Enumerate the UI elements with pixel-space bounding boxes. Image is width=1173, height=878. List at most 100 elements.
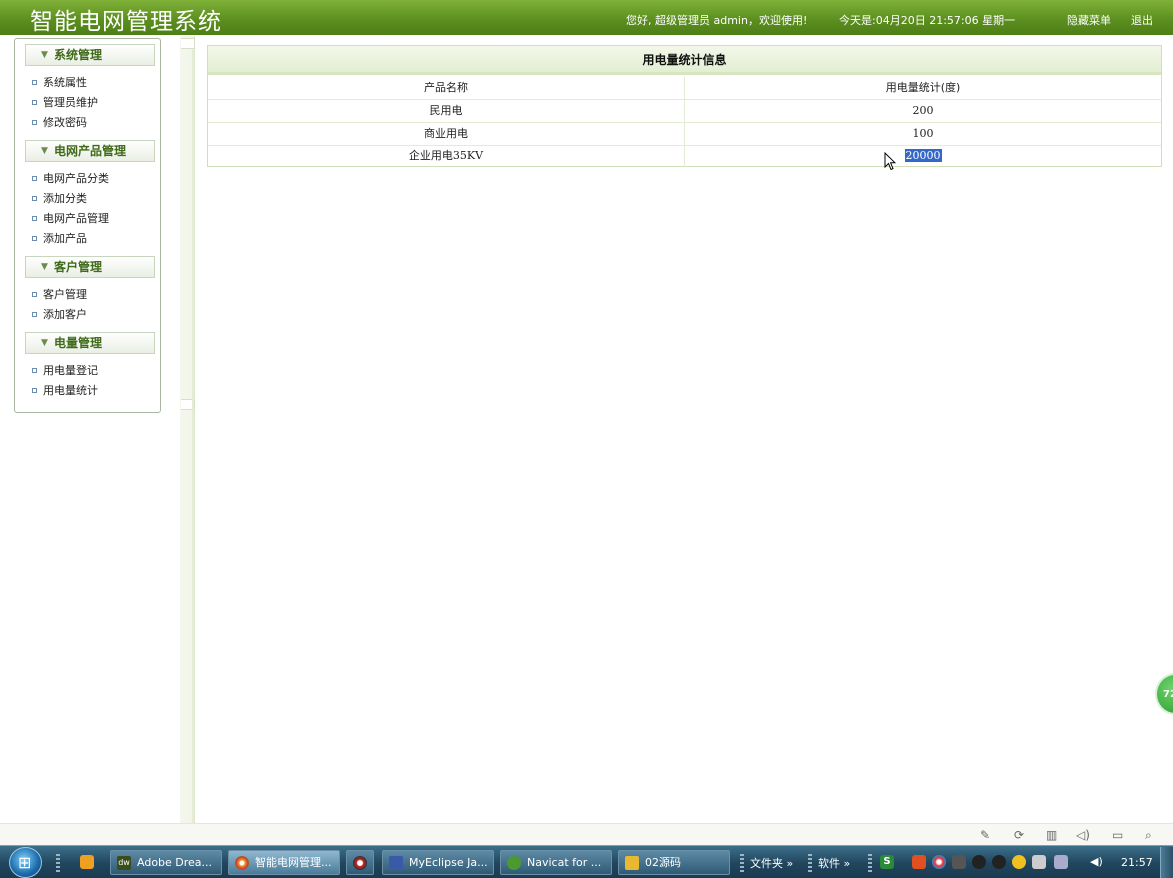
sidebar-menu: ▼ 系统管理 系统属性 管理员维护 修改密码 ▼ 电网产品管理 电网产品分类 添加分… [14,38,161,413]
taskbar-button-label: 智能电网管理... [255,856,332,869]
bullet-icon [32,215,37,221]
taskbar-grip[interactable] [808,854,812,872]
menu-group-products[interactable]: ▼ 电网产品管理 [25,140,155,162]
bullet-icon [32,367,37,373]
menu-item-usage-registration[interactable]: 用电量登记 [32,362,98,378]
column-header: 用电量统计(度) [885,81,961,94]
bullet-icon [32,195,37,201]
logout-link[interactable]: 退出 [1131,12,1153,28]
trash-icon[interactable]: ▥ [1046,828,1057,842]
quicklaunch-icon[interactable] [80,855,94,869]
menu-item-customer-management[interactable]: 客户管理 [32,286,87,302]
menu-group-label: 电网产品管理 [54,144,127,158]
table-row: 商业用电 100 [208,123,1161,146]
window-icon[interactable]: ▭ [1112,828,1123,842]
tray-security-icon[interactable] [1012,855,1026,869]
taskbar-grip[interactable] [868,854,872,872]
table-row: 企业用电35KV 20000 [208,145,1161,168]
menu-item-label: 添加产品 [43,232,87,245]
search-icon[interactable]: ⌕ [1145,828,1152,843]
bullet-icon [32,175,37,181]
start-button[interactable]: ⊞ [9,847,42,878]
tray-qq-icon[interactable] [972,855,986,869]
hide-menu-link[interactable]: 隐藏菜单 [1067,12,1111,28]
tray-device-icon[interactable] [1032,855,1046,869]
app-title: 智能电网管理系统 [30,9,222,35]
taskbar-button-myeclipse[interactable]: MyEclipse Ja... [382,850,494,875]
floating-monitor-widget[interactable]: 72 [1155,673,1173,715]
toolbar-label: 文件夹 [750,857,783,870]
menu-item-admin-maintenance[interactable]: 管理员维护 [32,94,98,110]
tray-display-icon[interactable] [1054,855,1068,869]
bullet-icon [32,387,37,393]
menu-item-label: 用电量统计 [43,384,98,397]
app-window: 智能电网管理系统 您好, 超级管理员 admin，欢迎使用! 今天是:04月20… [0,0,1173,878]
toolbar-software[interactable]: 软件 » [818,855,850,871]
taskbar-grip[interactable] [740,854,744,872]
menu-group-electricity[interactable]: ▼ 电量管理 [25,332,155,354]
toolbar-label: 软件 [818,857,840,870]
table-header-row: 产品名称 用电量统计(度) [208,77,1161,100]
column-header: 产品名称 [208,77,685,99]
menu-item-add-customer[interactable]: 添加客户 [32,306,87,322]
taskbar-button-dreamweaver[interactable]: dw Adobe Drea... [110,850,222,875]
menu-item-add-category[interactable]: 添加分类 [32,190,87,206]
menu-item-add-product[interactable]: 添加产品 [32,230,87,246]
splitter-divider [192,50,194,823]
menu-item-label: 添加分类 [43,192,87,205]
bullet-icon [32,119,37,125]
tray-app-icon[interactable] [912,855,926,869]
menu-item-product-category[interactable]: 电网产品分类 [32,170,109,186]
menu-item-label: 修改密码 [43,116,87,129]
dreamweaver-icon: dw [117,856,131,870]
product-name-cell: 企业用电35KV [208,145,685,167]
clock[interactable]: 21:57 [1121,856,1153,869]
tray-browser-icon[interactable] [932,855,946,869]
volume-icon[interactable]: ◀) [1090,855,1103,868]
welcome-text: 您好, 超级管理员 admin，欢迎使用! [626,14,808,27]
pin-icon[interactable]: ✎ [980,828,990,842]
usage-value-cell: 20000 [685,145,1161,167]
speaker-icon[interactable]: ◁) [1076,828,1090,842]
taskbar-button-app[interactable] [346,850,374,875]
product-name-cell: 商业用电 [208,123,685,145]
menu-group-system[interactable]: ▼ 系统管理 [25,44,155,66]
navicat-icon [507,856,521,870]
menu-item-label: 客户管理 [43,288,87,301]
bullet-icon [32,311,37,317]
table-title: 用电量统计信息 [208,46,1161,75]
collapse-arrow-icon: ▼ [41,50,48,60]
menu-item-usage-statistics[interactable]: 用电量统计 [32,382,98,398]
splitter-tab[interactable] [181,38,195,49]
menu-item-label: 系统属性 [43,76,87,89]
taskbar-grip[interactable] [56,854,60,872]
taskbar-button-label: Adobe Drea... [137,856,213,869]
menu-group-label: 电量管理 [54,336,103,350]
menu-item-system-properties[interactable]: 系统属性 [32,74,87,90]
taskbar-button-label: 02源码 [645,856,681,869]
taskbar-button-folder[interactable]: 02源码 [618,850,730,875]
bullet-icon [32,291,37,297]
status-toolbar: ✎ ⟳ ▥ ◁) ▭ ⌕ [0,823,1173,845]
product-name-cell: 民用电 [208,100,685,122]
selected-text: 20000 [904,149,942,162]
header-bar: 智能电网管理系统 您好, 超级管理员 admin，欢迎使用! 今天是:04月20… [0,0,1173,35]
collapse-arrow-icon: ▼ [41,262,48,272]
menu-item-label: 管理员维护 [43,96,98,109]
menu-item-product-management[interactable]: 电网产品管理 [32,210,109,226]
refresh-icon[interactable]: ⟳ [1014,828,1024,842]
wps-icon[interactable]: S [880,855,894,869]
usage-value-cell: 200 [912,104,934,117]
taskbar-button-browser[interactable]: 智能电网管理... [228,850,340,875]
folder-icon [625,856,639,870]
collapse-arrow-icon: ▼ [41,338,48,348]
toolbar-folders[interactable]: 文件夹 » [750,855,793,871]
browser-icon [235,856,249,870]
tray-qq-icon[interactable] [992,855,1006,869]
windows-taskbar: ⊞ dw Adobe Drea... 智能电网管理... MyEclipse Ja… [0,845,1173,878]
tray-network-icon[interactable] [952,855,966,869]
show-desktop-button[interactable] [1160,847,1173,878]
menu-group-customers[interactable]: ▼ 客户管理 [25,256,155,278]
taskbar-button-navicat[interactable]: Navicat for ... [500,850,612,875]
menu-item-change-password[interactable]: 修改密码 [32,114,87,130]
